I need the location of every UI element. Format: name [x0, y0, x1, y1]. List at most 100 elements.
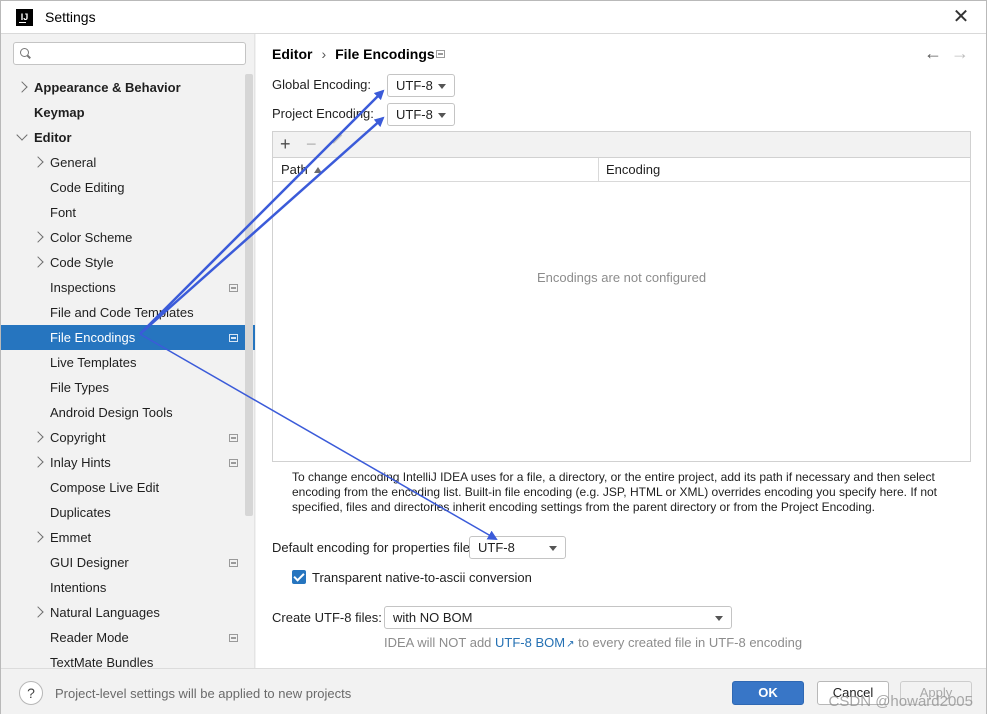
global-encoding-select[interactable]: UTF-8	[387, 74, 455, 97]
encoding-help-text: To change encoding IntelliJ IDEA uses fo…	[292, 470, 937, 514]
sidebar-item-label: Android Design Tools	[50, 405, 173, 420]
sidebar-item-compose-live-edit[interactable]: Compose Live Edit	[1, 475, 255, 500]
dropdown-arrow-icon	[549, 546, 557, 551]
forward-arrow-icon[interactable]: →	[951, 43, 969, 64]
dropdown-arrow-icon	[438, 113, 446, 118]
native-to-ascii-checkbox[interactable]	[292, 570, 306, 584]
close-icon[interactable]: ✕	[950, 6, 972, 28]
create-utf8-select[interactable]: with NO BOM	[384, 606, 732, 629]
title-bar: IJ Settings ✕	[1, 1, 986, 34]
table-toolbar: + −	[273, 132, 970, 158]
sidebar-item-font[interactable]: Font	[1, 200, 255, 225]
chevron-right-icon[interactable]	[32, 431, 44, 443]
breadcrumb: Editor › File Encodings	[272, 46, 435, 62]
sidebar-item-label: File and Code Templates	[50, 305, 194, 320]
project-level-icon	[229, 559, 238, 567]
sidebar-item-label: Font	[50, 205, 77, 220]
back-arrow-icon[interactable]: ←	[924, 43, 942, 64]
column-header-path[interactable]: Path	[281, 158, 597, 182]
sidebar-item-label: Emmet	[50, 530, 92, 545]
sidebar-item-label: Reader Mode	[50, 630, 129, 645]
sidebar-item-color-scheme[interactable]: Color Scheme	[1, 225, 255, 250]
help-icon[interactable]: ?	[19, 681, 43, 705]
sidebar-item-reader-mode[interactable]: Reader Mode	[1, 625, 255, 650]
column-header-encoding[interactable]: Encoding	[606, 158, 660, 182]
bom-hint-prefix: IDEA will NOT add	[384, 635, 496, 650]
column-divider[interactable]	[598, 158, 599, 182]
settings-window: IJ Settings ✕ Appearance & Behavior Keyma…	[0, 0, 987, 714]
sidebar-item-code-editing[interactable]: Code Editing	[1, 175, 255, 200]
sort-ascending-icon	[313, 167, 322, 173]
chevron-right-icon[interactable]	[32, 156, 44, 168]
global-encoding-label: Global Encoding:	[272, 77, 372, 92]
properties-encoding-select[interactable]: UTF-8	[469, 536, 566, 559]
properties-encoding-label: Default encoding for properties files:	[272, 540, 481, 555]
sidebar-item-keymap[interactable]: Keymap	[1, 100, 255, 125]
sidebar-item-file-encodings[interactable]: File Encodings	[1, 325, 255, 350]
sidebar-item-inspections[interactable]: Inspections	[1, 275, 255, 300]
sidebar-item-live-templates[interactable]: Live Templates	[1, 350, 255, 375]
project-level-icon	[229, 459, 238, 467]
chevron-right-icon[interactable]	[16, 81, 28, 93]
sidebar-scrollbar[interactable]	[245, 74, 253, 516]
column-header-path-label: Path	[281, 162, 308, 177]
sidebar-item-editor[interactable]: Editor	[1, 125, 255, 150]
sidebar-item-file-and-code-templates[interactable]: File and Code Templates	[1, 300, 255, 325]
project-level-icon	[436, 50, 445, 58]
window-title: Settings	[45, 9, 96, 25]
intellij-app-icon: IJ	[16, 9, 33, 26]
sidebar-item-inlay-hints[interactable]: Inlay Hints	[1, 450, 255, 475]
sidebar-item-duplicates[interactable]: Duplicates	[1, 500, 255, 525]
breadcrumb-parent[interactable]: Editor	[272, 46, 312, 62]
properties-encoding-value: UTF-8	[478, 540, 515, 555]
sidebar-item-label: GUI Designer	[50, 555, 129, 570]
table-empty-text: Encodings are not configured	[536, 270, 707, 285]
cancel-button[interactable]: Cancel	[817, 681, 889, 705]
chevron-down-icon[interactable]	[16, 129, 28, 141]
sidebar-item-label: Color Scheme	[50, 230, 133, 245]
project-encoding-select[interactable]: UTF-8	[387, 103, 455, 126]
dropdown-arrow-icon	[438, 84, 446, 89]
path-encodings-table: + − Path Encoding Encodings are not conf…	[272, 131, 971, 462]
sidebar-item-label: Natural Languages	[50, 605, 160, 620]
sidebar-item-gui-designer[interactable]: GUI Designer	[1, 550, 255, 575]
native-to-ascii-label[interactable]: Transparent native-to-ascii conversion	[312, 570, 532, 585]
file-encodings-panel: Editor › File Encodings ← → Global Encodin…	[256, 34, 986, 668]
sidebar-item-label: Inspections	[50, 280, 116, 295]
settings-search-box[interactable]	[13, 42, 246, 65]
chevron-right-icon[interactable]	[32, 456, 44, 468]
sidebar-item-label: File Types	[50, 380, 110, 395]
bom-hint: IDEA will NOT add UTF-8 BOM↗ to every cr…	[384, 635, 802, 650]
apply-button[interactable]: Apply	[900, 681, 972, 705]
sidebar-item-label: Code Editing	[50, 180, 125, 195]
sidebar-item-copyright[interactable]: Copyright	[1, 425, 255, 450]
chevron-right-icon[interactable]	[32, 256, 44, 268]
sidebar-item-label: Code Style	[50, 255, 114, 270]
breadcrumb-separator: ›	[321, 46, 327, 62]
project-level-icon	[229, 434, 238, 442]
sidebar-item-code-style[interactable]: Code Style	[1, 250, 255, 275]
add-icon[interactable]: +	[280, 134, 291, 154]
global-encoding-value: UTF-8	[396, 78, 433, 93]
remove-icon[interactable]: −	[306, 134, 317, 154]
sidebar-item-emmet[interactable]: Emmet	[1, 525, 255, 550]
dropdown-arrow-icon	[715, 616, 723, 621]
settings-search-input[interactable]	[36, 45, 241, 62]
sidebar-item-natural-languages[interactable]: Natural Languages	[1, 600, 255, 625]
sidebar-item-label: Editor	[34, 130, 72, 145]
dialog-button-bar: ? Project-level settings will be applied…	[1, 668, 986, 714]
chevron-right-icon[interactable]	[32, 231, 44, 243]
utf8-bom-link[interactable]: UTF-8 BOM	[495, 635, 565, 650]
sidebar-item-intentions[interactable]: Intentions	[1, 575, 255, 600]
sidebar-item-label: Keymap	[34, 105, 85, 120]
sidebar-item-label: Intentions	[50, 580, 107, 595]
edit-icon[interactable]	[331, 133, 343, 144]
sidebar-item-file-types[interactable]: File Types	[1, 375, 255, 400]
sidebar-item-android-design-tools[interactable]: Android Design Tools	[1, 400, 255, 425]
sidebar-item-appearance-and-behavior[interactable]: Appearance & Behavior	[1, 75, 255, 100]
breadcrumb-current: File Encodings	[335, 46, 435, 62]
ok-button[interactable]: OK	[732, 681, 804, 705]
chevron-right-icon[interactable]	[32, 606, 44, 618]
chevron-right-icon[interactable]	[32, 531, 44, 543]
sidebar-item-general[interactable]: General	[1, 150, 255, 175]
